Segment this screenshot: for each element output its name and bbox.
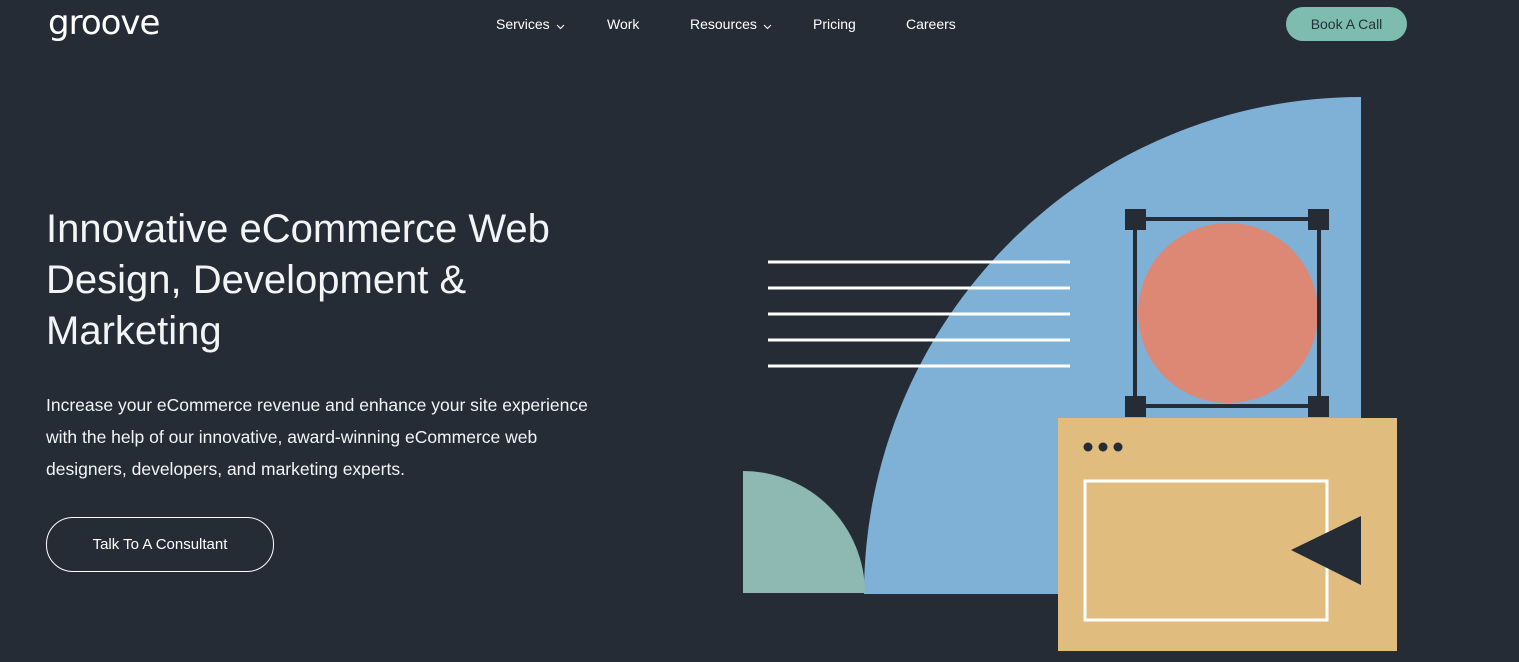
nav-pricing-label: Pricing	[813, 16, 856, 32]
chevron-down-icon	[763, 15, 772, 35]
nav-work-label: Work	[607, 16, 640, 32]
nav-services-label: Services	[496, 16, 550, 32]
nav-resources[interactable]: Resources	[690, 14, 772, 35]
salmon-circle-shape	[1138, 223, 1318, 403]
chevron-down-icon	[556, 15, 565, 35]
web-design-illustration	[740, 90, 1410, 657]
book-a-call-button[interactable]: Book A Call	[1286, 7, 1407, 41]
nav-resources-label: Resources	[690, 16, 757, 32]
nav-careers[interactable]: Careers	[906, 14, 956, 34]
talk-to-consultant-button[interactable]: Talk To A Consultant	[46, 517, 274, 572]
nav-work[interactable]: Work	[607, 14, 639, 34]
nav-services[interactable]: Services	[496, 14, 565, 35]
illustration-svg	[743, 97, 1397, 651]
site-header: groove Services Work Resources Pricing C…	[0, 0, 1519, 50]
nav-pricing[interactable]: Pricing	[813, 14, 856, 34]
hero-title: Innovative eCommerce Web Design, Develop…	[46, 207, 550, 353]
hero-description: Increase your eCommerce revenue and enha…	[46, 395, 588, 479]
groove-logo[interactable]: groove	[48, 3, 160, 43]
sage-quarter-circle-shape	[743, 471, 865, 593]
nav-careers-label: Careers	[906, 16, 956, 32]
